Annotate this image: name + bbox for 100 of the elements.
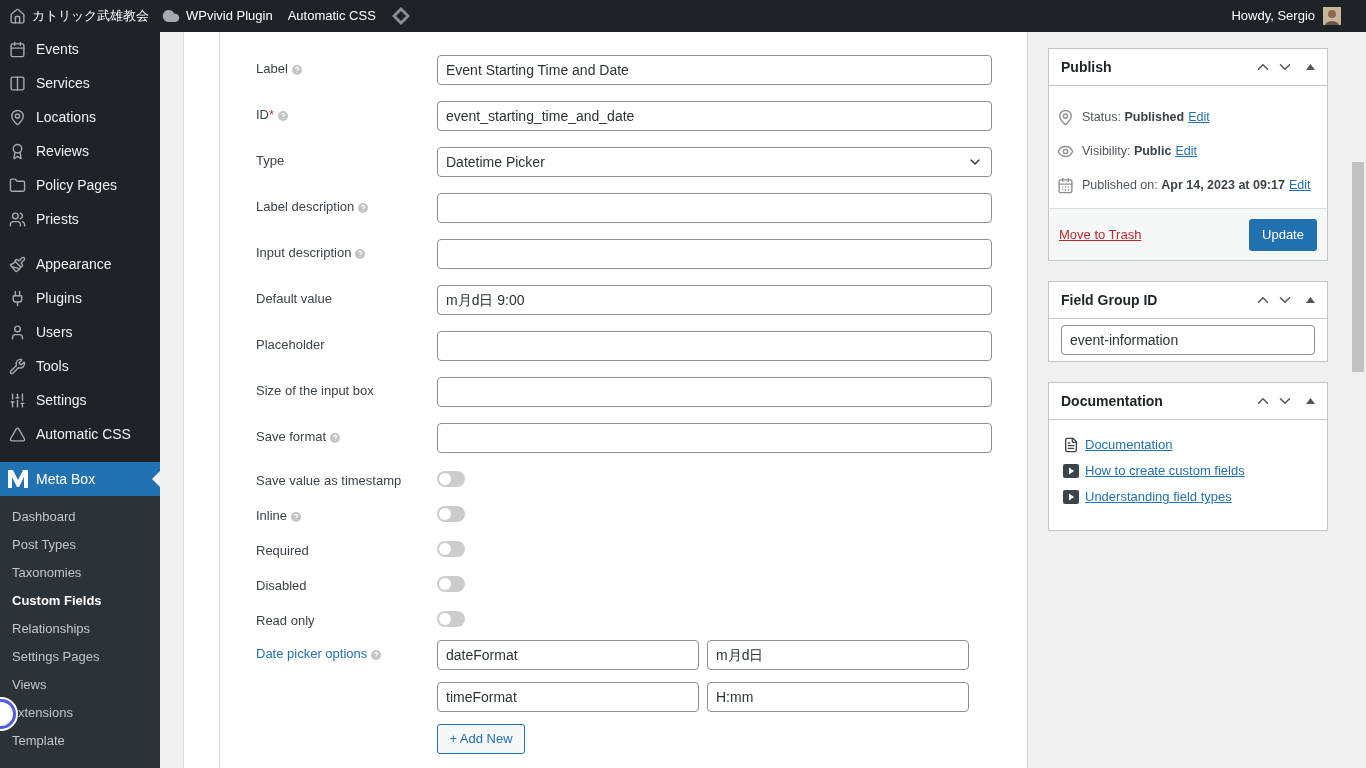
documentation-link[interactable]: How to create custom fields — [1085, 461, 1245, 481]
help-icon — [358, 202, 369, 213]
option-value-field[interactable]: m月d日 — [707, 640, 969, 670]
status-text: Published on: Apr 14, 2023 at 09:17 — [1082, 176, 1285, 194]
field-label: Input description — [256, 245, 352, 260]
option-key-field[interactable]: dateFormat — [437, 640, 699, 670]
menu-item[interactable]: Locations — [0, 100, 160, 134]
diamond-icon[interactable] — [390, 6, 411, 26]
field-label: Default value — [256, 291, 332, 306]
field-label: Disabled — [256, 578, 307, 593]
documentation-link[interactable]: Documentation — [1085, 435, 1173, 455]
field-label: Size of the input box — [256, 383, 374, 398]
edit-link[interactable]: Edit — [1175, 141, 1197, 161]
pin-icon — [1057, 108, 1074, 126]
menu-item[interactable]: Users — [0, 315, 160, 349]
submenu-item[interactable]: Post Types — [0, 531, 160, 559]
documentation-link[interactable]: Understanding field types — [1085, 487, 1232, 507]
add-new-button[interactable]: + Add New — [437, 724, 525, 754]
home-icon[interactable] — [9, 7, 26, 25]
field-label: Label — [256, 61, 288, 76]
field-label: Required — [256, 543, 309, 558]
calendar-icon — [9, 40, 26, 58]
greeting-link[interactable]: Howdy, Sergio — [1231, 6, 1315, 26]
triangle-icon — [9, 425, 26, 443]
menu-item[interactable]: Tools — [0, 349, 160, 383]
toggle-switch[interactable] — [437, 541, 465, 557]
input-field[interactable]: event_starting_time_and_date — [437, 101, 992, 131]
menu-item[interactable]: Plugins — [0, 281, 160, 315]
wrench-icon — [9, 357, 26, 375]
field-label: Label description — [256, 199, 355, 214]
help-icon — [330, 432, 341, 443]
input-field[interactable] — [437, 331, 992, 361]
box-title: Field Group ID — [1061, 290, 1159, 310]
field-label: Date picker options — [256, 646, 368, 661]
toggle-switch[interactable] — [437, 576, 465, 592]
video-icon — [1063, 464, 1079, 478]
menu-item[interactable]: Reviews — [0, 134, 160, 168]
option-value-field[interactable]: H:mm — [707, 682, 969, 712]
input-field[interactable] — [437, 377, 992, 407]
brush-icon — [9, 255, 26, 273]
submenu-item[interactable]: Custom Fields — [0, 587, 160, 615]
avatar[interactable] — [1323, 7, 1341, 25]
update-button[interactable]: Update — [1249, 218, 1317, 251]
calendar-icon — [1057, 176, 1074, 194]
menu-item[interactable]: Settings — [0, 383, 160, 417]
field-label: Inline — [256, 508, 288, 523]
submenu-item[interactable]: Relationships — [0, 615, 160, 643]
sliders-icon — [9, 391, 26, 409]
folder-icon — [9, 176, 26, 194]
video-icon — [1063, 490, 1079, 504]
input-field[interactable]: event-information — [1061, 325, 1315, 355]
input-field[interactable]: Event Starting Time and Date — [437, 55, 992, 85]
columns-icon — [9, 74, 26, 92]
menu-item[interactable]: Automatic CSS — [0, 417, 160, 451]
submenu-item[interactable]: Template — [0, 727, 160, 755]
box-title: Documentation — [1061, 391, 1164, 411]
toggle-switch[interactable] — [437, 471, 465, 487]
status-text: Status: Published — [1082, 108, 1185, 126]
submenu-item[interactable]: Views — [0, 671, 160, 699]
toggle-switch[interactable] — [437, 611, 465, 627]
toggle-switch[interactable] — [437, 506, 465, 522]
type-select[interactable]: Datetime Picker — [437, 147, 992, 177]
input-field[interactable]: m月d日 9:00 — [437, 285, 992, 315]
field-label: ID* — [256, 107, 275, 122]
toolbar-link[interactable]: Automatic CSS — [287, 6, 376, 26]
submenu-item[interactable]: Taxonomies — [0, 559, 160, 587]
box-title: Publish — [1061, 57, 1113, 77]
menu-item[interactable]: Appearance — [0, 247, 160, 281]
field-label: Save value as timestamp — [256, 473, 402, 488]
collapse-icon[interactable] — [1306, 64, 1315, 70]
input-field[interactable] — [437, 423, 992, 453]
field-label: Placeholder — [256, 337, 325, 352]
field-label: Read only — [256, 613, 315, 628]
help-icon — [371, 649, 382, 660]
submenu-item[interactable]: Dashboard — [0, 503, 160, 531]
menu-item[interactable]: Meta Box — [0, 462, 160, 496]
edit-link[interactable]: Edit — [1288, 175, 1311, 195]
field-label: Save format — [256, 429, 327, 444]
edit-link[interactable]: Edit — [1188, 107, 1210, 127]
input-field[interactable] — [437, 193, 992, 223]
toolbar-link[interactable]: WPvivid Plugin — [186, 6, 273, 26]
trash-link[interactable]: Move to Trash — [1059, 224, 1249, 245]
cloud-icon — [162, 7, 180, 25]
site-name-link[interactable]: カトリック武雄教会 — [32, 6, 149, 26]
option-key-field[interactable]: timeFormat — [437, 682, 699, 712]
menu-item[interactable]: Priests — [0, 202, 160, 236]
input-field[interactable] — [437, 239, 992, 269]
collapse-icon[interactable] — [1306, 398, 1315, 404]
document-icon — [1063, 437, 1079, 453]
submenu-item[interactable]: Settings Pages — [0, 643, 160, 671]
menu-item[interactable]: Policy Pages — [0, 168, 160, 202]
help-icon — [278, 110, 289, 121]
menu-item[interactable]: Services — [0, 66, 160, 100]
help-icon — [291, 511, 302, 522]
collapse-icon[interactable] — [1306, 297, 1315, 303]
menu-item[interactable]: Events — [0, 32, 160, 66]
people-icon — [9, 210, 26, 228]
logo-icon — [8, 470, 28, 488]
field-label: Type — [256, 153, 285, 168]
help-icon — [355, 248, 366, 259]
